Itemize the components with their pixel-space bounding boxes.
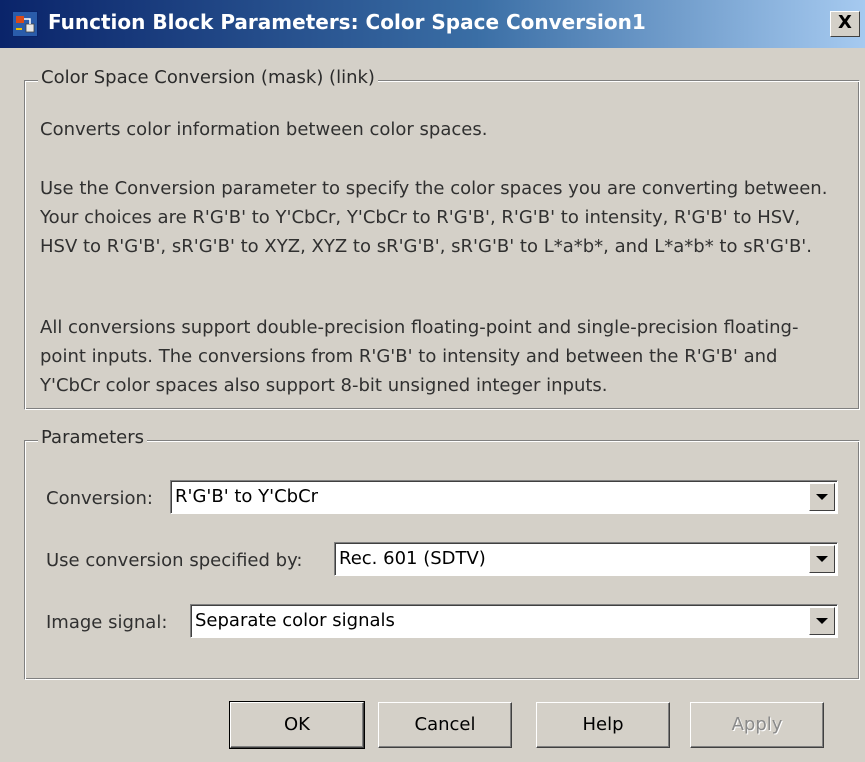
image-signal-dropdown[interactable]: Separate color signals [190, 604, 838, 638]
conversion-dropdown-button[interactable] [809, 483, 835, 511]
description-paragraph-1: Converts color information between color… [40, 119, 488, 140]
description-group-legend: Color Space Conversion (mask) (link) [38, 67, 378, 88]
window-title: Function Block Parameters: Color Space C… [48, 10, 646, 34]
conversion-spec-label: Use conversion specified by: [46, 550, 303, 571]
dialog-window: Function Block Parameters: Color Space C… [0, 0, 865, 762]
conversion-spec-dropdown[interactable]: Rec. 601 (SDTV) [334, 542, 838, 576]
conversion-spec-value: Rec. 601 (SDTV) [339, 548, 486, 569]
ok-button[interactable]: OK [229, 701, 365, 749]
image-signal-label: Image signal: [46, 612, 168, 633]
image-signal-value: Separate color signals [195, 610, 395, 631]
conversion-value: R'G'B' to Y'CbCr [175, 486, 319, 507]
cancel-button[interactable]: Cancel [378, 702, 512, 748]
help-button[interactable]: Help [536, 702, 670, 748]
chevron-down-icon [816, 494, 828, 500]
title-bar[interactable]: Function Block Parameters: Color Space C… [0, 0, 865, 48]
chevron-down-icon [816, 618, 828, 624]
image-signal-dropdown-button[interactable] [809, 607, 835, 635]
description-paragraph-2: Use the Conversion parameter to specify … [40, 178, 828, 257]
conversion-spec-dropdown-button[interactable] [809, 545, 835, 573]
simulink-block-icon [12, 11, 38, 37]
apply-button[interactable]: Apply [690, 702, 824, 748]
conversion-label: Conversion: [46, 488, 153, 509]
parameters-group-legend: Parameters [38, 427, 148, 448]
close-button[interactable]: X [830, 11, 860, 37]
chevron-down-icon [816, 556, 828, 562]
description-paragraph-3: All conversions support double-precision… [40, 317, 799, 396]
conversion-dropdown[interactable]: R'G'B' to Y'CbCr [170, 480, 838, 514]
